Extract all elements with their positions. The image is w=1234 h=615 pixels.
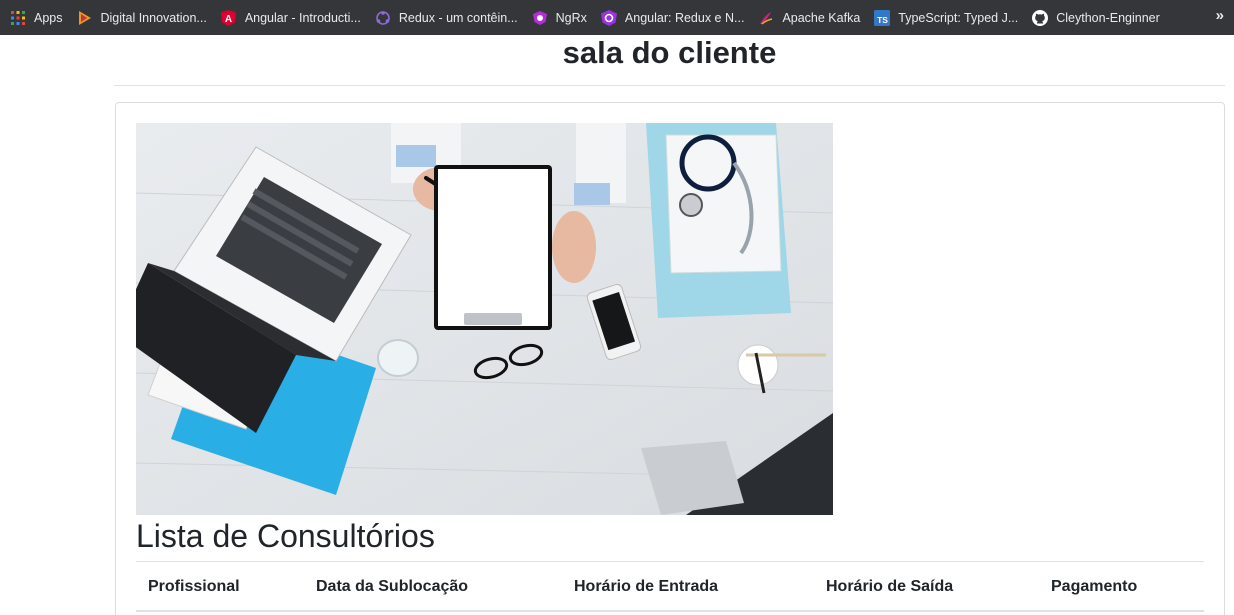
bookmark-label: NgRx <box>555 10 587 25</box>
hero-image <box>136 123 833 515</box>
svg-text:A: A <box>225 14 232 25</box>
bookmark-angular-redux[interactable]: Angular: Redux e N... <box>600 5 751 31</box>
column-header-data-sublocacao: Data da Sublocação <box>316 578 469 595</box>
bookmark-label: Angular: Redux e N... <box>624 10 745 25</box>
ngrx-icon <box>532 10 548 26</box>
bookmark-ngrx[interactable]: NgRx <box>532 5 593 31</box>
divider <box>114 85 1225 86</box>
bookmark-label: Angular - Introducti... <box>244 10 361 25</box>
typescript-icon: TS <box>874 9 891 26</box>
table-header: Profissional Data da Sublocação Horário … <box>136 561 1204 612</box>
bookmark-github[interactable]: Cleython-Enginner <box>1032 5 1166 31</box>
bookmark-angular[interactable]: A Angular - Introducti... <box>221 5 367 31</box>
redux-icon <box>375 10 391 26</box>
page-title: sala do cliente <box>562 35 777 70</box>
bookmark-typescript[interactable]: TS TypeScript: Typed J... <box>874 5 1024 31</box>
bookmarks-overflow-button[interactable]: » <box>1216 7 1224 24</box>
column-header-horario-saida: Horário de Saída <box>826 578 954 595</box>
dio-icon <box>77 10 93 26</box>
github-icon <box>1032 9 1049 26</box>
bookmark-label: TypeScript: Typed J... <box>898 10 1019 25</box>
kafka-icon <box>758 10 774 26</box>
apps-grid-icon <box>10 10 26 26</box>
svg-text:TS: TS <box>877 15 888 25</box>
column-header-pagamento: Pagamento <box>1051 578 1138 595</box>
content-card: Lista de Consultórios Profissional Data … <box>115 102 1225 615</box>
column-header-profissional: Profissional <box>148 578 240 595</box>
bookmark-digital-innovation[interactable]: Digital Innovation... <box>77 5 213 31</box>
list-title: Lista de Consultórios <box>136 518 435 554</box>
bookmark-label: Redux - um contêin... <box>398 10 518 25</box>
bookmark-label: Digital Innovation... <box>100 10 207 25</box>
bookmark-redux[interactable]: Redux - um contêin... <box>375 5 524 31</box>
bookmark-label: Cleython-Enginner <box>1056 10 1160 25</box>
bookmark-apache-kafka[interactable]: Apache Kafka <box>758 5 866 31</box>
bookmarks-bar: Apps Digital Innovation... A Angular - I… <box>0 0 1234 35</box>
bookmark-label: Apache Kafka <box>782 10 861 25</box>
bookmark-label: Apps <box>34 10 63 25</box>
ngrx-icon <box>600 9 617 26</box>
angular-icon: A <box>221 9 237 26</box>
bookmark-apps[interactable]: Apps <box>10 5 69 31</box>
column-header-horario-entrada: Horário de Entrada <box>574 578 719 595</box>
